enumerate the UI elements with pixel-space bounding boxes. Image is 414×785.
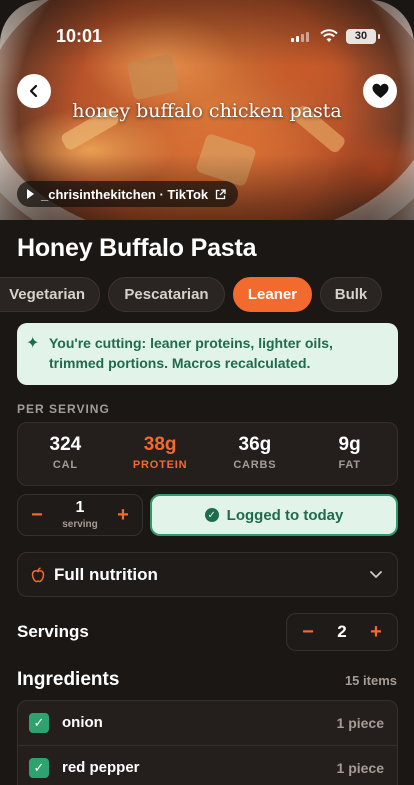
increment-servings-button[interactable]: + <box>365 621 387 644</box>
macro-fat: 9g FAT <box>302 423 397 485</box>
chip-vegetarian[interactable]: Vegetarian <box>0 277 100 312</box>
servings-label: Servings <box>17 622 89 641</box>
ingredient-checkbox[interactable]: ✓ <box>29 713 49 733</box>
macro-label: FAT <box>338 459 361 471</box>
battery-icon: 30 <box>346 29 380 44</box>
ingredient-quantity: 1 piece <box>336 760 384 776</box>
heart-icon <box>372 83 388 98</box>
diet-chip-row: Vegetarian Pescatarian Leaner Bulk <box>0 277 414 313</box>
ingredient-quantity: 1 piece <box>336 715 384 731</box>
notice-text: You're cutting: leaner proteins, lighter… <box>49 335 333 371</box>
ingredient-name: onion <box>62 714 103 731</box>
list-item: ✓ onion 1 piece <box>18 701 397 746</box>
chevron-left-icon <box>29 84 38 98</box>
macro-value: 9g <box>338 434 361 455</box>
status-time: 10:01 <box>56 26 103 46</box>
diet-notice: ✦ You're cutting: leaner proteins, light… <box>17 323 398 385</box>
macros-card: 324 CAL 38g PROTEIN 36g CARBS 9g FAT <box>17 422 398 486</box>
recipe-title: Honey Buffalo Pasta <box>17 234 257 262</box>
chip-label: Bulk <box>334 286 368 303</box>
macro-value: 324 <box>49 434 82 455</box>
macro-value: 36g <box>238 434 272 455</box>
servings-stepper: − 2 + <box>286 613 398 651</box>
wifi-icon <box>320 29 338 42</box>
apple-icon <box>31 567 45 582</box>
chip-leaner[interactable]: Leaner <box>233 277 312 312</box>
chip-label: Leaner <box>247 286 298 303</box>
macro-label: PROTEIN <box>132 459 188 471</box>
chevron-down-icon <box>370 571 382 578</box>
logged-to-today-button[interactable]: ✓ Logged to today <box>150 494 398 536</box>
sparkle-icon: ✦ <box>26 335 40 352</box>
list-item: ✓ red pepper 1 piece <box>18 746 397 785</box>
per-serving-label: PER SERVING <box>17 402 110 416</box>
ingredients-list: ✓ onion 1 piece ✓ red pepper 1 piece <box>17 700 398 785</box>
macro-calories: 324 CAL <box>18 423 113 485</box>
source-label: _chrisinthekitchen · TikTok <box>41 186 209 202</box>
increment-serving-button[interactable]: + <box>112 504 134 527</box>
recipe-screen: 10:01 30 honey buffalo chicken pasta _ch… <box>0 0 414 785</box>
chip-label: Pescatarian <box>124 286 209 303</box>
macro-carbs: 36g CARBS <box>208 423 303 485</box>
full-nutrition-label: Full nutrition <box>54 564 158 584</box>
play-icon <box>27 189 34 199</box>
signal-icon <box>291 32 309 42</box>
ingredients-count: 15 items <box>344 673 397 688</box>
ingredient-checkbox[interactable]: ✓ <box>29 758 49 778</box>
macro-protein: 38g PROTEIN <box>113 423 208 485</box>
source-link[interactable]: _chrisinthekitchen · TikTok <box>17 181 239 207</box>
chip-bulk[interactable]: Bulk <box>320 277 382 312</box>
ingredients-title: Ingredients <box>17 669 120 690</box>
macro-label: CARBS <box>233 459 277 471</box>
hero-image: 10:01 30 honey buffalo chicken pasta _ch… <box>0 0 414 220</box>
chip-pescatarian[interactable]: Pescatarian <box>108 277 225 312</box>
external-link-icon <box>215 188 226 199</box>
check-circle-icon: ✓ <box>204 508 219 522</box>
ingredient-name: red pepper <box>62 759 140 776</box>
macro-value: 38g <box>143 434 177 455</box>
chip-label: Vegetarian <box>9 286 85 303</box>
log-serving-stepper: − 1 serving + <box>17 494 143 536</box>
video-overlay-text: honey buffalo chicken pasta <box>72 100 342 122</box>
macro-label: CAL <box>52 459 78 471</box>
logged-label: Logged to today <box>226 506 344 524</box>
full-nutrition-toggle[interactable]: Full nutrition <box>17 552 398 597</box>
status-bar: 10:01 30 <box>0 26 414 48</box>
